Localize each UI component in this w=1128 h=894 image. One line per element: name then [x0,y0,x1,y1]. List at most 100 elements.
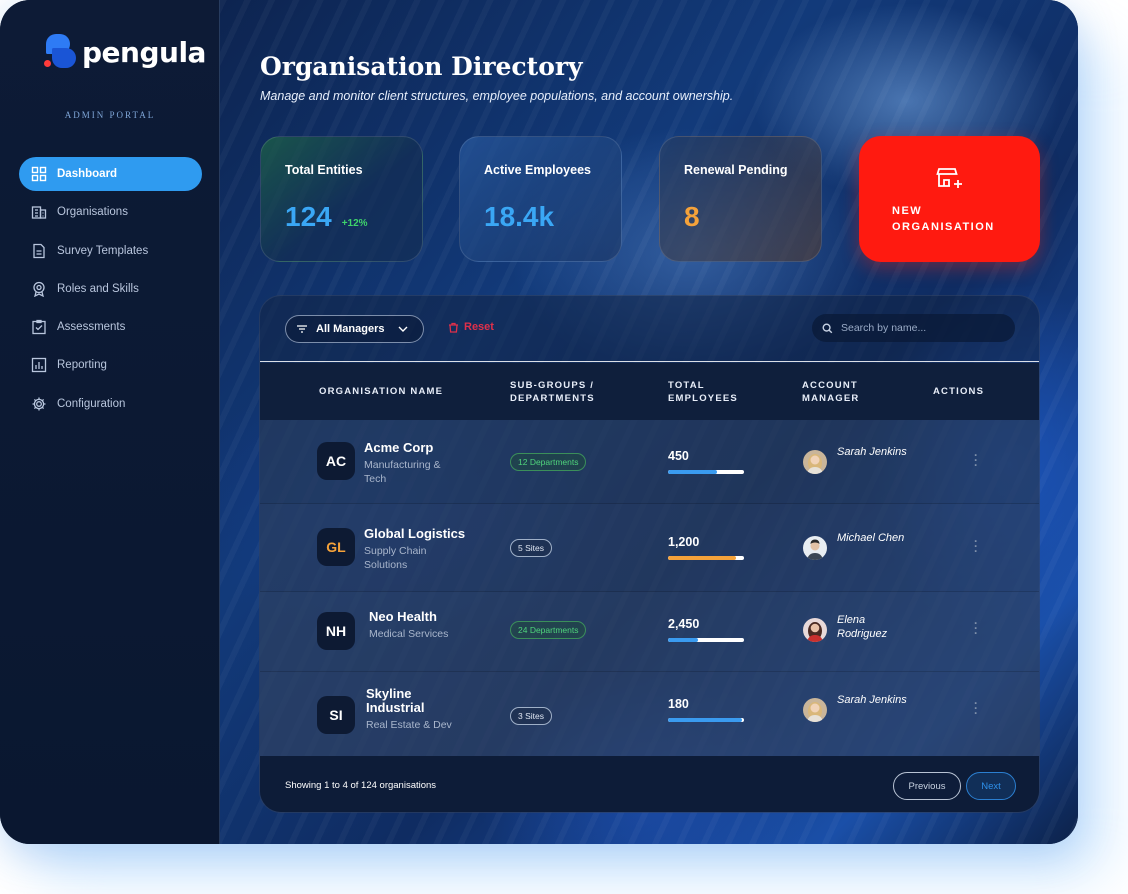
org-name: Acme Corp [364,440,434,455]
organisation-table-panel: All Managers Reset ORGANISATION NAME SUB… [259,295,1040,813]
manager-name: Elena Rodriguez [837,614,888,640]
new-organisation-label: NEW ORGANISATION [892,205,995,233]
sidebar-item-reporting[interactable]: Reporting [19,348,202,382]
employee-progress-bar [668,556,744,560]
manager-name: Sarah Jenkins [837,446,907,458]
column-header-subgroups[interactable]: SUB-GROUPS / DEPARTMENTS [510,363,595,420]
org-initials-avatar: GL [317,528,355,566]
table-toolbar: All Managers Reset [260,296,1039,362]
sidebar-item-label: Survey Templates [57,244,149,257]
org-name: Global Logistics [364,526,466,541]
gear-icon [31,396,47,412]
next-page-button[interactable]: Next [966,772,1016,800]
badge-icon [31,281,47,297]
brand-logo[interactable]: pengula [44,34,206,70]
table-row[interactable]: GL Global Logistics Supply Chain Solutio… [260,504,1039,592]
org-name: Neo Health [369,609,437,624]
manager-avatar [803,698,827,722]
chevron-down-icon [398,326,408,332]
page-subtitle: Manage and monitor client structures, em… [260,89,734,103]
filter-icon [297,325,307,333]
sidebar-item-configuration[interactable]: Configuration [19,387,202,421]
stat-card-active-employees: Active Employees 18.4k [459,136,622,262]
sidebar-item-label: Dashboard [57,168,118,180]
manager-name: Sarah Jenkins [837,694,907,706]
search-icon [822,322,833,333]
sidebar-item-survey-templates[interactable]: Survey Templates [19,234,202,268]
manager-avatar [803,536,827,560]
org-sector: Real Estate & Dev [366,719,452,731]
sidebar-item-roles-and-skills[interactable]: Roles and Skills [19,272,202,306]
bar-chart-icon [31,357,47,373]
document-icon [31,243,47,259]
previous-page-button[interactable]: Previous [893,772,961,800]
clipboard-check-icon [31,319,47,335]
stat-label: Renewal Pending [684,163,788,177]
search-box [812,314,1015,342]
app-window: pengula ADMIN PORTAL Dashboard Organisat… [0,0,1078,844]
sidebar-nav: Dashboard Organisations Survey Templates… [19,157,202,425]
org-initials-avatar: AC [317,442,355,480]
pengula-logo-icon [44,34,76,70]
stat-delta: +12% [341,218,368,229]
sidebar: pengula ADMIN PORTAL Dashboard Organisat… [0,0,220,844]
row-actions-menu-icon[interactable]: · · · [972,535,980,557]
table-row[interactable]: SI Skyline Industrial Real Estate & Dev … [260,672,1039,758]
employee-progress-bar [668,718,744,722]
grid-icon [31,166,47,182]
table-body: AC Acme Corp Manufacturing & Tech 12 Dep… [260,420,1039,758]
stat-value-row: 18.4k [484,201,597,233]
page-title: Organisation Directory [260,52,583,81]
subgroups-badge: 24 Departments [510,621,587,639]
row-actions-menu-icon[interactable]: · · · [972,449,980,471]
new-organisation-button[interactable]: NEW ORGANISATION [859,136,1040,262]
sidebar-item-organisations[interactable]: Organisations [19,195,202,229]
employee-count: 450 [668,449,689,463]
employee-count: 1,200 [668,535,700,549]
table-row[interactable]: NH Neo Health Medical Services 24 Depart… [260,592,1039,672]
org-sector: Supply Chain Solutions [364,545,427,571]
stat-label: Active Employees [484,163,591,177]
building-icon [31,204,47,220]
manager-name: Michael Chen [837,532,905,544]
stat-card-renewal-pending: Renewal Pending 8 [659,136,822,262]
column-header-total-employees[interactable]: TOTAL EMPLOYEES [668,363,738,420]
sidebar-item-dashboard[interactable]: Dashboard [19,157,202,191]
subgroups-badge: 12 Departments [510,453,587,471]
table-footer: Showing 1 to 4 of 124 organisations Prev… [260,756,1039,812]
employee-count: 2,450 [668,617,700,631]
stat-value: 18.4k [484,201,555,232]
portal-label: ADMIN PORTAL [64,110,156,120]
stat-label: Total Entities [285,163,363,177]
manager-avatar [803,450,827,474]
sidebar-item-label: Roles and Skills [57,282,139,295]
employee-count: 180 [668,697,689,711]
sidebar-item-label: Reporting [57,359,107,372]
stat-card-total-entities: Total Entities 124 +12% [260,136,423,262]
sidebar-item-assessments[interactable]: Assessments [19,310,202,344]
column-header-organisation-name[interactable]: ORGANISATION NAME [319,363,443,420]
employee-progress-bar [668,638,744,642]
pagination-summary: Showing 1 to 4 of 124 organisations [285,780,437,791]
table-row[interactable]: AC Acme Corp Manufacturing & Tech 12 Dep… [260,420,1039,504]
add-store-icon [936,168,962,188]
stat-value-row: 124 +12% [285,201,398,233]
column-header-account-manager[interactable]: ACCOUNT MANAGER [802,363,859,420]
row-actions-menu-icon[interactable]: · · · [972,697,980,719]
manager-avatar [803,618,827,642]
subgroups-badge: 3 Sites [510,707,552,725]
org-sector: Manufacturing & Tech [364,459,441,485]
sidebar-item-label: Organisations [57,206,128,219]
manager-filter-dropdown[interactable]: All Managers [285,315,424,343]
reset-filter-button[interactable]: Reset [448,321,494,333]
sidebar-item-label: Configuration [57,397,126,410]
row-actions-menu-icon[interactable]: · · · [972,617,980,639]
reset-icon [449,322,458,333]
filter-label: All Managers [316,323,385,335]
stat-value: 8 [684,201,700,232]
search-input[interactable] [841,322,1001,334]
reset-label: Reset [464,321,494,333]
org-name: Skyline Industrial [366,686,425,715]
column-header-actions: ACTIONS [933,386,985,397]
stat-value-row: 8 [684,201,797,233]
